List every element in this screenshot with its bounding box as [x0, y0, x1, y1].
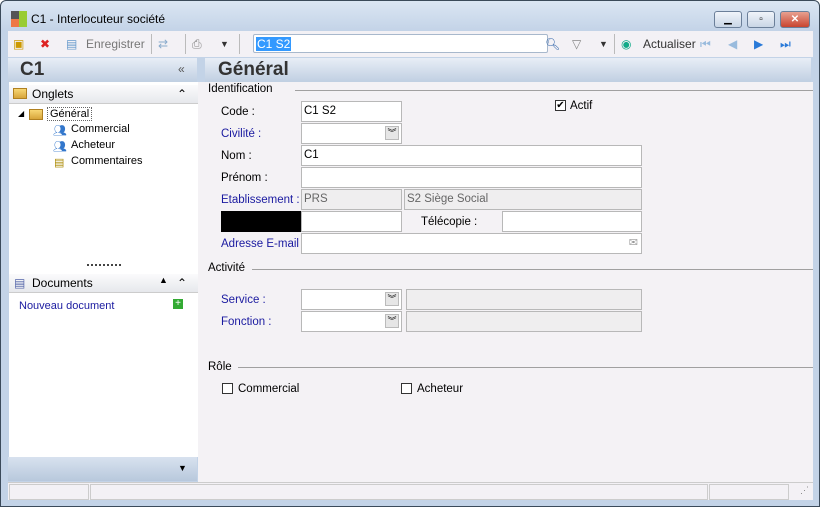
redacted-label — [221, 211, 301, 232]
refresh-icon[interactable]: ◉ — [621, 35, 631, 53]
acheteur-checkbox[interactable] — [401, 383, 412, 394]
fonction-select[interactable]: ︾ — [301, 311, 402, 332]
next-record-icon[interactable]: ▶ — [754, 35, 763, 53]
document-icon: ▤ — [14, 276, 26, 290]
status-bar: ⋰ — [8, 482, 813, 500]
civilite-select[interactable]: ︾ — [301, 123, 402, 144]
email-link[interactable]: Adresse E-mail : — [221, 238, 305, 250]
add-icon[interactable]: + — [173, 299, 183, 309]
delete-icon[interactable]: ✖ — [40, 35, 50, 53]
note-icon: ▤ — [54, 157, 65, 169]
previous-record-icon[interactable]: ◀ — [728, 35, 737, 53]
chevron-down-icon[interactable]: ︾ — [385, 126, 399, 140]
refresh-button[interactable]: Actualiser — [643, 35, 696, 53]
form-area: Identification Code : C1 S2 ✔ Actif Civi… — [198, 82, 813, 482]
collapse-icon[interactable]: ⌃ — [177, 87, 187, 101]
toolbar: ▣ ✖ ▤ Enregistrer ⇄ ⎙ ▼ C1 S2 🔍︎ ▽ ▼ ◉ A… — [8, 31, 813, 57]
left-panel-footer: ▼ — [8, 457, 197, 481]
last-record-icon[interactable]: ⏭ — [780, 35, 791, 53]
chevron-down-icon[interactable]: ︾ — [385, 292, 399, 306]
save-button[interactable]: Enregistrer — [86, 35, 145, 53]
maximize-button[interactable]: ▫ — [747, 11, 775, 28]
service-select[interactable]: ︾ — [301, 289, 402, 310]
search-input[interactable]: C1 S2 — [253, 34, 548, 53]
filter-dropdown-icon[interactable]: ▼ — [599, 35, 608, 53]
app-icon — [11, 11, 27, 27]
email-input[interactable]: ✉ — [301, 233, 642, 254]
etablissement-link[interactable]: Etablissement : — [221, 194, 300, 206]
print-dropdown-icon[interactable]: ▼ — [220, 35, 229, 53]
print-icon[interactable]: ⎙ — [192, 35, 202, 53]
documents-header[interactable]: ▤ Documents ▲ ⌃ — [9, 274, 198, 293]
etablissement-name-input: S2 Siège Social — [404, 189, 642, 210]
tree-item-commentaires[interactable]: Commentaires — [71, 155, 143, 167]
code-input[interactable]: C1 S2 — [301, 101, 402, 122]
up-icon[interactable]: ▲ — [159, 275, 168, 285]
nom-input[interactable]: C1 — [301, 145, 642, 166]
expand-toggle-icon[interactable]: ◢ — [18, 109, 24, 118]
etablissement-code-input: PRS — [301, 189, 402, 210]
save-icon: ▤ — [66, 37, 78, 51]
dropdown-icon[interactable]: ▼ — [178, 463, 187, 473]
search-icon[interactable]: 🔍︎ — [545, 35, 560, 53]
service-description — [406, 289, 642, 310]
collapse-panel-icon[interactable]: « — [178, 62, 185, 76]
left-panel: Onglets ⌃ ◢ Général 👥︎ Commercial 👥︎ Ach… — [9, 82, 198, 457]
commercial-checkbox[interactable] — [222, 383, 233, 394]
open-folder-icon — [29, 109, 43, 120]
users-icon: 👥︎ — [53, 125, 67, 137]
redacted-input[interactable] — [301, 211, 402, 232]
window-title: C1 - Interlocuteur société — [31, 12, 166, 26]
close-button[interactable]: ✕ — [780, 11, 810, 28]
collapse-icon[interactable]: ⌃ — [177, 276, 187, 290]
new-icon[interactable]: ▣ — [13, 35, 24, 53]
left-panel-header: C1 « — [8, 58, 197, 82]
onglets-header[interactable]: Onglets ⌃ — [9, 85, 198, 104]
actif-checkbox[interactable]: ✔ — [555, 100, 566, 111]
filter-icon[interactable]: ▽ — [572, 35, 581, 53]
folder-icon — [13, 88, 27, 99]
users-icon: 👥︎ — [53, 141, 67, 153]
service-link[interactable]: Service : — [221, 294, 266, 306]
tree-item-commercial[interactable]: Commercial — [71, 123, 130, 135]
tree-item-acheteur[interactable]: Acheteur — [71, 139, 115, 151]
sync-icon[interactable]: ⇄ — [158, 35, 168, 53]
tree-item-general[interactable]: Général — [47, 107, 93, 121]
splitter-handle[interactable] — [87, 264, 121, 266]
chevron-down-icon[interactable]: ︾ — [385, 314, 399, 328]
prenom-input[interactable] — [301, 167, 642, 188]
minimize-button[interactable]: ▁ — [714, 11, 742, 28]
fonction-link[interactable]: Fonction : — [221, 316, 272, 328]
mail-icon[interactable]: ✉ — [629, 236, 638, 249]
application-window: C1 - Interlocuteur société ▁ ▫ ✕ ▣ ✖ ▤ E… — [0, 0, 820, 507]
resize-grip-icon[interactable]: ⋰ — [800, 485, 809, 496]
section-header: Général — [205, 58, 811, 82]
first-record-icon[interactable]: ⏮ — [700, 35, 711, 53]
fonction-description — [406, 311, 642, 332]
new-document-link[interactable]: Nouveau document — [19, 300, 114, 312]
telecopie-input[interactable] — [502, 211, 642, 232]
civilite-link[interactable]: Civilité : — [221, 128, 261, 140]
